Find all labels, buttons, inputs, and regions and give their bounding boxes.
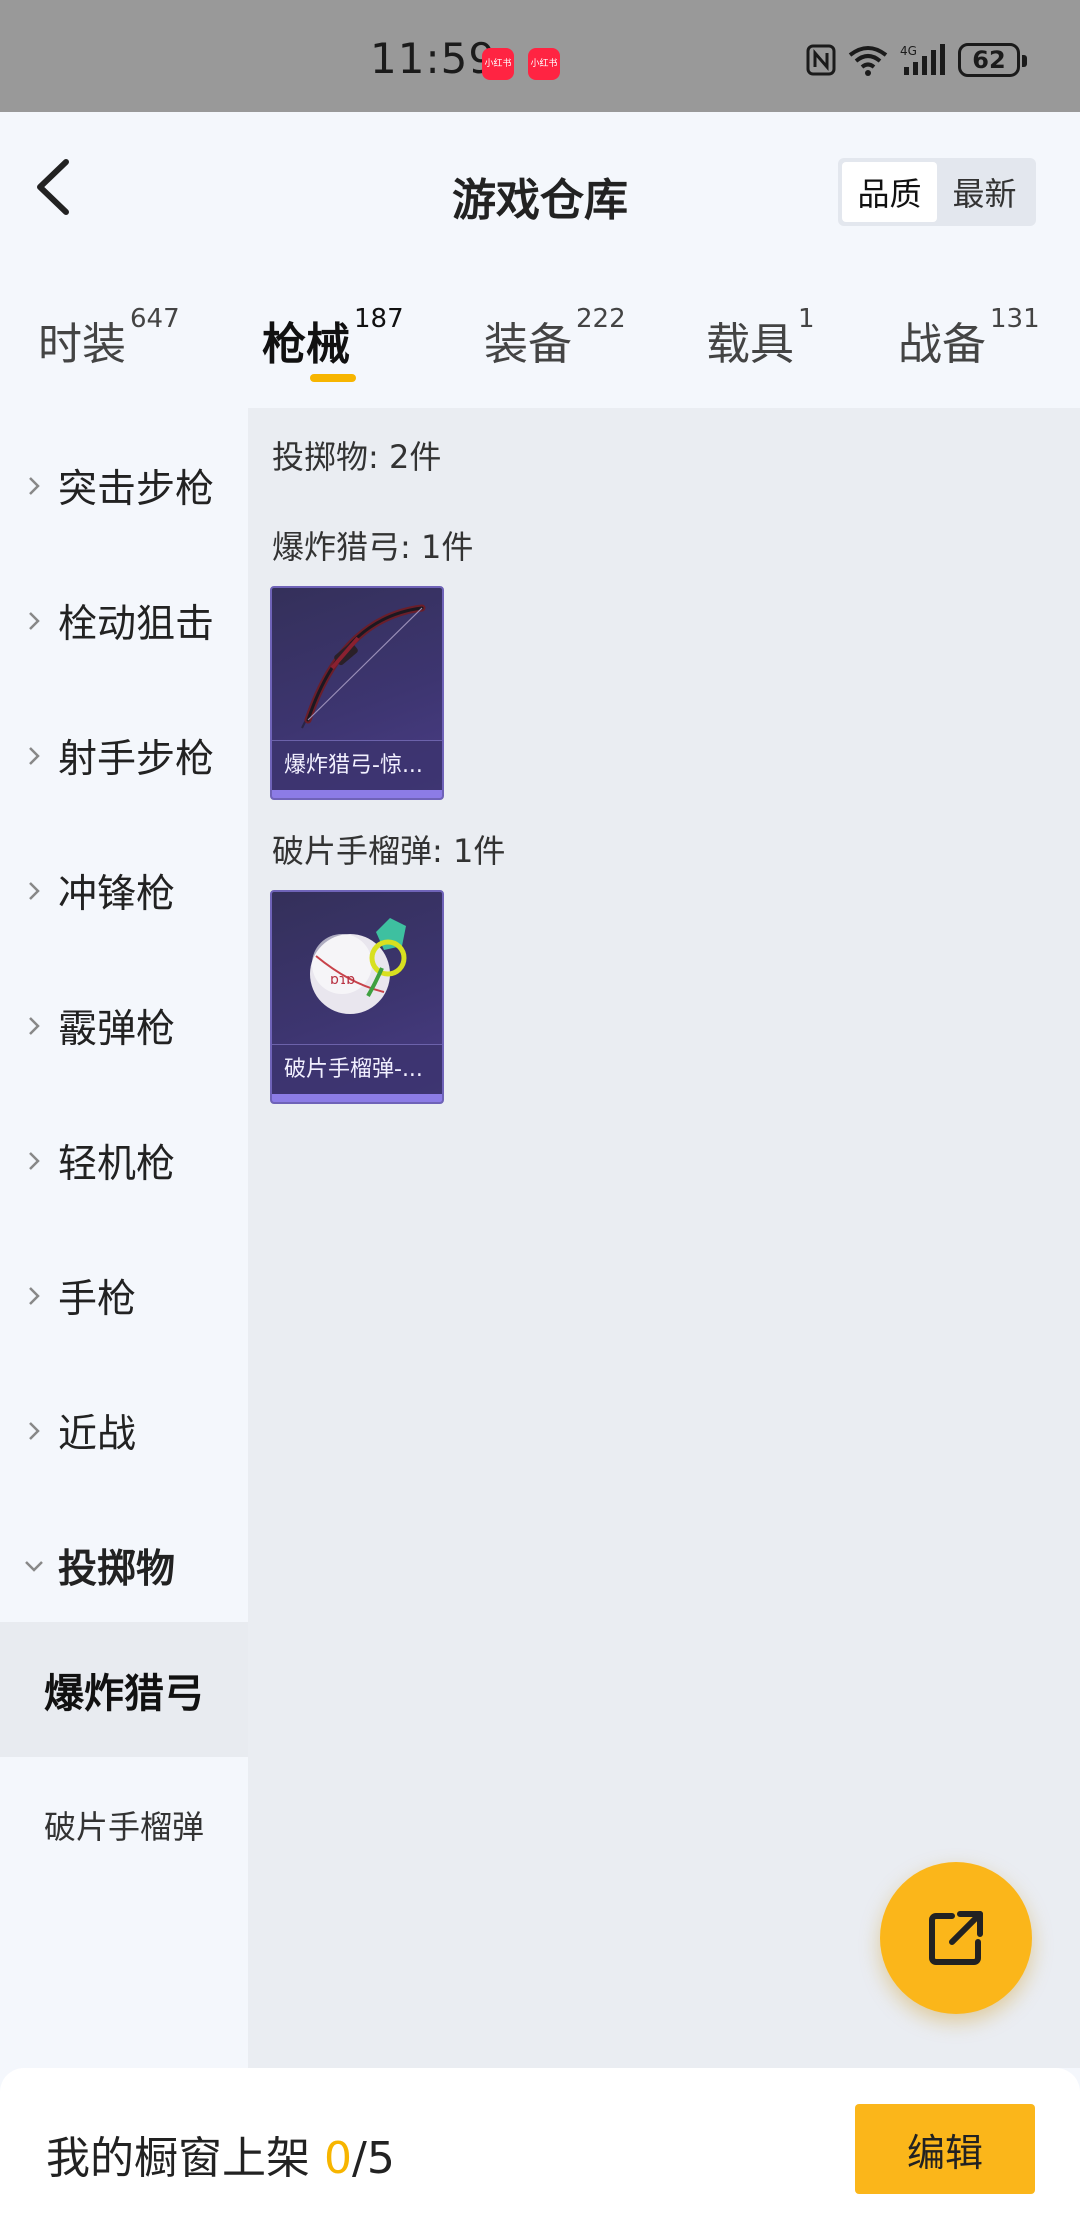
tab-label: 枪械 [262, 319, 350, 370]
category-tabs: 时装 647 枪械 187 装备 222 载具 1 战备 131 [0, 272, 1080, 408]
tab-equipment[interactable]: 装备 222 [484, 304, 626, 388]
nfc-icon [806, 44, 836, 76]
grenade-icon: ɒɿɒ [310, 918, 407, 1014]
tab-count: 1 [798, 304, 815, 334]
sidebar-item-label: 轻机枪 [58, 1141, 176, 1187]
sidebar-item-shotgun[interactable]: 霰弹枪 [0, 958, 248, 1093]
sidebar-item-label: 冲锋枪 [58, 871, 176, 917]
sidebar-item-label: 手枪 [58, 1276, 137, 1322]
sidebar-subitem-frag-grenade[interactable]: 破片手榴弹 [0, 1757, 248, 1892]
battery-indicator: 62 [958, 43, 1027, 77]
sort-newest-button[interactable]: 最新 [937, 162, 1032, 222]
wifi-icon [848, 46, 888, 76]
tab-vehicles[interactable]: 载具 1 [706, 304, 815, 388]
sidebar-item-label: 近战 [58, 1411, 137, 1457]
share-fab-button[interactable] [880, 1862, 1032, 2014]
item-name: 爆炸猎弓-惊... [272, 740, 442, 790]
showcase-status: 我的橱窗上架 0/5 [46, 2122, 395, 2186]
bottom-bar: 我的橱窗上架 0/5 编辑 [0, 2068, 1080, 2228]
group-label-explosive-bow: 爆炸猎弓: 1件 [272, 528, 474, 566]
xiaohongshu-notification-icon-2: 小红书 [528, 48, 560, 80]
showcase-label: 我的橱窗上架 [46, 2133, 324, 2184]
share-external-icon [929, 1911, 983, 1965]
svg-text:ɒɿɒ: ɒɿɒ [330, 972, 355, 988]
sidebar-item-assault-rifle[interactable]: 突击步枪 [0, 418, 248, 553]
bow-icon [301, 604, 426, 729]
sort-toggle: 品质 最新 [838, 158, 1036, 226]
edit-button[interactable]: 编辑 [855, 2104, 1035, 2194]
sidebar-item-lmg[interactable]: 轻机枪 [0, 1093, 248, 1228]
showcase-total: /5 [352, 2133, 395, 2184]
tab-count: 222 [576, 304, 626, 334]
tab-label: 装备 [484, 319, 572, 370]
tab-fashion[interactable]: 时装 647 [38, 304, 180, 388]
chevron-right-icon [29, 1421, 40, 1440]
sort-quality-button[interactable]: 品质 [842, 162, 937, 222]
status-icons: 4G 62 [806, 40, 1027, 80]
item-list: 投掷物: 2件 爆炸猎弓: 1件 爆炸猎弓-惊... 破片手榴弹: 1件 ɒɿɒ… [248, 408, 1080, 2068]
chevron-right-icon [29, 611, 40, 630]
tab-count: 131 [990, 304, 1040, 334]
chevron-right-icon [29, 1286, 40, 1305]
sidebar-subitem-explosive-bow[interactable]: 爆炸猎弓 [0, 1622, 248, 1757]
signal-icon: 4G [900, 44, 945, 75]
chevron-right-icon [29, 1151, 40, 1170]
sidebar-item-label: 射手步枪 [58, 736, 215, 782]
sidebar-item-label: 突击步枪 [58, 466, 215, 512]
sidebar-item-label: 霰弹枪 [58, 1006, 176, 1052]
item-card-frag-grenade[interactable]: ɒɿɒ 破片手榴弹-... [270, 890, 444, 1104]
category-sidebar: 突击步枪 栓动狙击 射手步枪 冲锋枪 霰弹枪 轻机枪 手枪 近战 投掷物 爆炸猎… [0, 408, 248, 2068]
active-tab-indicator [310, 374, 356, 382]
chevron-right-icon [29, 476, 40, 495]
sidebar-item-pistol[interactable]: 手枪 [0, 1228, 248, 1363]
sidebar-item-label: 投掷物 [58, 1546, 176, 1592]
sidebar-item-melee[interactable]: 近战 [0, 1363, 248, 1498]
chevron-right-icon [29, 881, 40, 900]
header: 游戏仓库 品质 最新 [0, 112, 1080, 272]
rarity-strip [272, 1094, 442, 1102]
showcase-current-count: 0 [324, 2133, 352, 2184]
chevron-right-icon [29, 746, 40, 765]
sidebar-item-label: 栓动狙击 [58, 601, 215, 647]
sidebar-item-marksman-rifle[interactable]: 射手步枪 [0, 688, 248, 823]
status-bar: 11:59 小红书 小红书 4G 62 [0, 0, 1080, 112]
item-card-explosive-bow[interactable]: 爆炸猎弓-惊... [270, 586, 444, 800]
xiaohongshu-notification-icon: 小红书 [482, 48, 514, 80]
tab-label: 时装 [38, 319, 126, 370]
tab-label: 战备 [898, 319, 986, 370]
sidebar-item-bolt-sniper[interactable]: 栓动狙击 [0, 553, 248, 688]
throwables-summary: 投掷物: 2件 [272, 438, 442, 476]
chevron-right-icon [29, 1016, 40, 1035]
sidebar-item-throwables[interactable]: 投掷物 [0, 1498, 248, 1633]
tab-count: 187 [354, 304, 404, 334]
group-label-frag-grenade: 破片手榴弹: 1件 [272, 832, 506, 870]
item-name: 破片手榴弹-... [272, 1044, 442, 1094]
rarity-strip [272, 790, 442, 798]
tab-count: 647 [130, 304, 180, 334]
tab-battle-gear[interactable]: 战备 131 [898, 304, 1040, 388]
tab-label: 载具 [706, 319, 794, 370]
sidebar-item-smg[interactable]: 冲锋枪 [0, 823, 248, 958]
status-time: 11:59 [370, 34, 497, 83]
chevron-down-icon [25, 1560, 43, 1572]
svg-text:4G: 4G [900, 44, 917, 58]
